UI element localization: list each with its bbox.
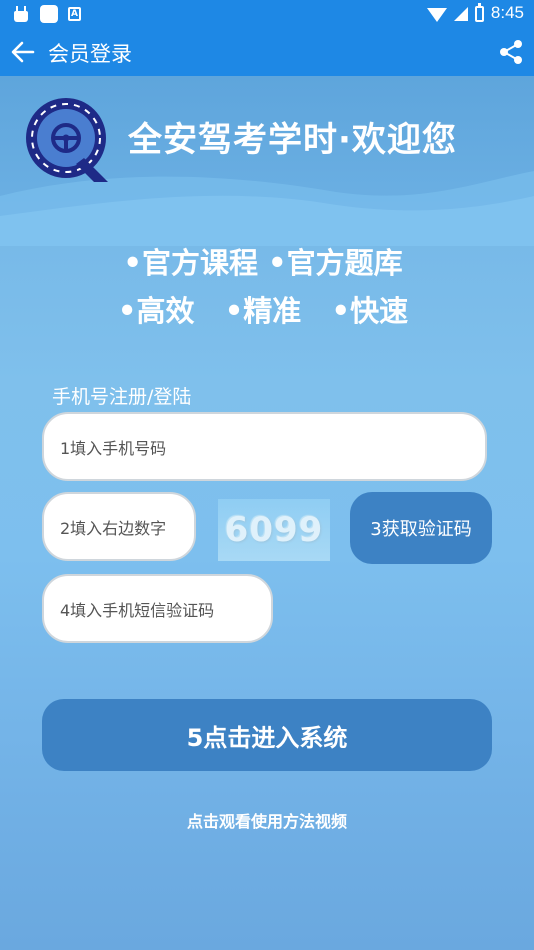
enter-system-button[interactable]: 5点击进入系统 [42, 699, 492, 771]
phone-input[interactable]: 1填入手机号码 [42, 412, 487, 481]
welcome-heading: 全安驾考学时·欢迎您 [128, 120, 457, 160]
status-bar: A 8:45 [0, 0, 534, 28]
app-logo [26, 98, 108, 182]
captcha-input[interactable]: 2填入右边数字 [42, 492, 196, 561]
battery-icon [474, 2, 484, 22]
back-button[interactable] [8, 37, 38, 67]
wifi-icon [426, 7, 447, 22]
sms-code-input[interactable]: 4填入手机短信验证码 [42, 574, 273, 643]
notification-a-icon: A [68, 7, 81, 21]
feature-line-1: •官方课程 •官方题库 [123, 246, 403, 280]
share-icon [500, 40, 522, 64]
share-button[interactable] [496, 37, 526, 67]
get-sms-code-button[interactable]: 3获取验证码 [350, 492, 492, 564]
notification-square-icon [40, 5, 58, 23]
login-section-label: 手机号注册/登陆 [52, 386, 192, 408]
signal-icon [453, 7, 468, 21]
app-bar: 会员登录 [0, 28, 534, 76]
status-time: 8:45 [490, 3, 524, 22]
captcha-value: 6099 [224, 510, 324, 550]
feature-line-2: •高效 •精准 •快速 [117, 294, 409, 328]
captcha-image[interactable]: 6099 [218, 499, 330, 561]
tutorial-video-link[interactable]: 点击观看使用方法视频 [0, 808, 534, 832]
page-title: 会员登录 [48, 42, 132, 66]
login-page-content: 全安驾考学时·欢迎您 •官方课程 •官方题库 •高效 •精准 •快速 手机号注册… [0, 76, 534, 950]
arrow-left-icon [11, 41, 35, 63]
android-icon [12, 6, 30, 22]
